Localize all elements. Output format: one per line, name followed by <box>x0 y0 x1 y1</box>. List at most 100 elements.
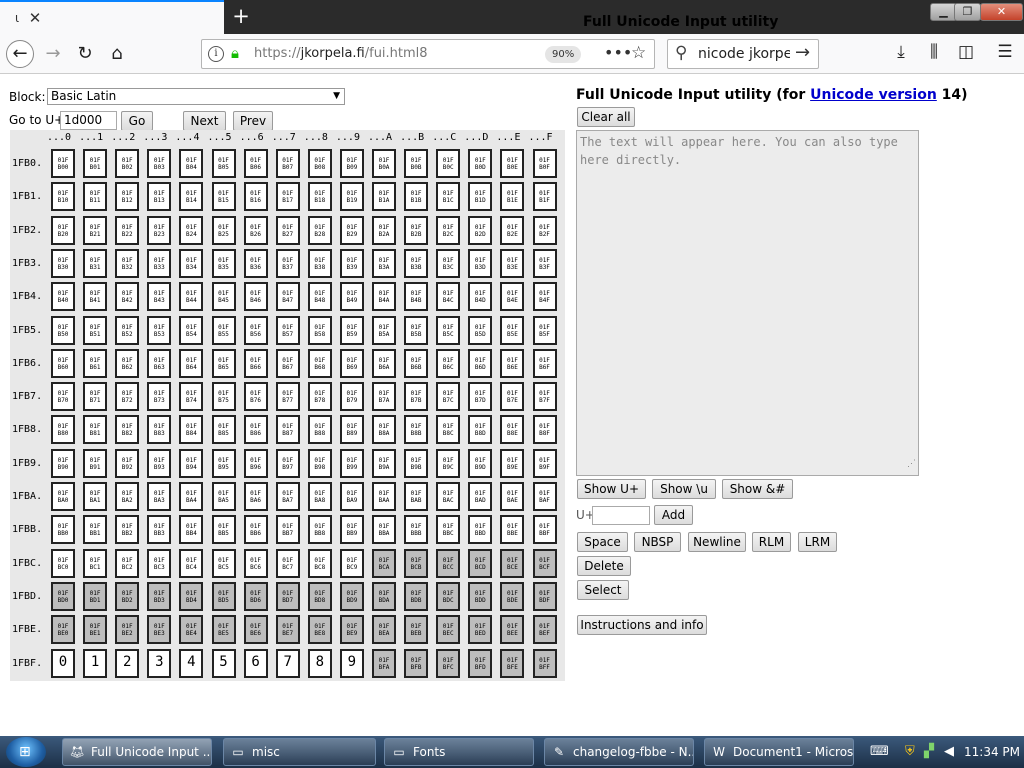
forward-arrow-icon[interactable]: → <box>39 40 67 68</box>
char-cell[interactable]: 01F BFB <box>404 648 429 678</box>
char-cell[interactable]: 01F B86 <box>243 415 268 445</box>
char-cell[interactable]: 01F B31 <box>83 248 108 278</box>
char-cell[interactable]: 01F BD1 <box>83 581 108 611</box>
char-cell[interactable]: 01F B22 <box>115 215 140 245</box>
char-cell[interactable]: 01F BDC <box>436 581 461 611</box>
info-icon[interactable]: i <box>208 46 224 62</box>
prev-button[interactable]: Prev <box>233 111 273 131</box>
char-cell[interactable]: 01F B34 <box>179 248 204 278</box>
char-cell[interactable]: 01F B9C <box>436 448 461 478</box>
char-cell[interactable]: 01F BBB <box>404 515 429 545</box>
char-cell[interactable]: 01F B58 <box>307 315 332 345</box>
char-cell[interactable]: 01F BD7 <box>275 581 300 611</box>
char-cell[interactable]: 01F B4E <box>500 282 525 312</box>
char-cell[interactable]: 01F BC3 <box>147 548 172 578</box>
show-uplus-button[interactable]: Show U+ <box>577 479 646 499</box>
char-cell[interactable]: 01F B47 <box>275 282 300 312</box>
char-cell[interactable]: 01F B89 <box>339 415 364 445</box>
char-cell[interactable]: 01F B77 <box>275 382 300 412</box>
char-cell[interactable]: 01F B83 <box>147 415 172 445</box>
resize-grip-icon[interactable]: ⋰ <box>907 455 916 473</box>
char-cell[interactable]: 01F BB7 <box>275 515 300 545</box>
char-cell[interactable]: 01F B23 <box>147 215 172 245</box>
char-cell[interactable]: 9 <box>339 648 364 678</box>
char-cell[interactable]: 01F BAD <box>468 482 493 511</box>
close-tab-icon[interactable]: ✕ <box>25 9 45 27</box>
char-cell[interactable]: 01F B80 <box>51 415 75 445</box>
instructions-button[interactable]: Instructions and info <box>577 615 707 635</box>
char-cell[interactable]: 01F B1E <box>500 182 525 212</box>
bookmark-star-icon[interactable]: ☆ <box>631 43 646 63</box>
char-cell[interactable]: 01F B72 <box>115 382 140 412</box>
zoom-indicator[interactable]: 90% <box>545 46 582 63</box>
network-icon[interactable]: ▞ <box>924 744 934 759</box>
char-cell[interactable]: 8 <box>307 648 332 678</box>
char-cell[interactable]: 01F B2C <box>436 215 461 245</box>
taskbar-item-misc[interactable]: ▭ misc <box>223 738 376 766</box>
page-actions-icon[interactable]: ••• <box>604 43 632 62</box>
char-cell[interactable]: 01F B85 <box>211 415 236 445</box>
char-cell[interactable]: 01F BBE <box>500 515 525 545</box>
char-cell[interactable]: 01F B0C <box>436 149 461 178</box>
char-cell[interactable]: 01F B5A <box>372 315 396 345</box>
char-cell[interactable]: 01F BFE <box>500 648 525 678</box>
char-cell[interactable]: 01F B43 <box>147 282 172 312</box>
char-cell[interactable]: 01F B2F <box>532 215 557 245</box>
char-cell[interactable]: 01F B50 <box>51 315 75 345</box>
char-cell[interactable]: 01F BED <box>468 615 493 645</box>
char-cell[interactable]: 01F B3C <box>436 248 461 278</box>
char-cell[interactable]: 01F B39 <box>339 248 364 278</box>
char-cell[interactable]: 01F BD5 <box>211 581 236 611</box>
char-cell[interactable]: 01F BE7 <box>275 615 300 645</box>
char-cell[interactable]: 01F B94 <box>179 448 204 478</box>
char-cell[interactable]: 01F BFC <box>436 648 461 678</box>
char-cell[interactable]: 01F B97 <box>275 448 300 478</box>
char-cell[interactable]: 01F B14 <box>179 182 204 212</box>
char-cell[interactable]: 01F BB6 <box>243 515 268 545</box>
char-cell[interactable]: 01F B68 <box>307 348 332 378</box>
char-cell[interactable]: 01F B95 <box>211 448 236 478</box>
char-cell[interactable]: 01F BFF <box>532 648 557 678</box>
char-cell[interactable]: 01F B60 <box>51 348 75 378</box>
char-cell[interactable]: 01F B9D <box>468 448 493 478</box>
char-cell[interactable]: 01F BB2 <box>115 515 140 545</box>
char-cell[interactable]: 01F BA3 <box>147 482 172 511</box>
char-cell[interactable]: 01F BAC <box>436 482 461 511</box>
char-cell[interactable]: 01F BE1 <box>83 615 108 645</box>
char-cell[interactable]: 01F B71 <box>83 382 108 412</box>
char-cell[interactable]: 01F BB9 <box>339 515 364 545</box>
keyboard-icon[interactable]: ⌨ <box>870 744 889 759</box>
char-cell[interactable]: 01F BDF <box>532 581 557 611</box>
char-cell[interactable]: 01F B7C <box>436 382 461 412</box>
char-cell[interactable]: 01F B30 <box>51 248 75 278</box>
char-cell[interactable]: 01F B37 <box>275 248 300 278</box>
char-cell[interactable]: 01F BCA <box>372 548 396 578</box>
char-cell[interactable]: 01F B04 <box>179 149 204 178</box>
block-select[interactable]: Basic Latin ▼ <box>47 88 345 105</box>
char-cell[interactable]: 01F B6E <box>500 348 525 378</box>
char-cell[interactable]: 01F B8B <box>404 415 429 445</box>
char-cell[interactable]: 01F B55 <box>211 315 236 345</box>
char-cell[interactable]: 01F B59 <box>339 315 364 345</box>
char-cell[interactable]: 01F B2B <box>404 215 429 245</box>
char-cell[interactable]: 01F B5F <box>532 315 557 345</box>
char-cell[interactable]: 7 <box>275 648 300 678</box>
clear-all-button[interactable]: Clear all <box>577 107 635 127</box>
taskbar-item-notepad[interactable]: ✎ changelog-fbbe - N... <box>544 738 694 766</box>
search-go-arrow-icon[interactable]: → <box>795 42 810 63</box>
char-cell[interactable]: 01F BD4 <box>179 581 204 611</box>
char-cell[interactable]: 01F BB4 <box>179 515 204 545</box>
taskbar-item-fonts[interactable]: ▭ Fonts <box>384 738 534 766</box>
char-cell[interactable]: 01F B3B <box>404 248 429 278</box>
char-cell[interactable]: 01F BDE <box>500 581 525 611</box>
char-cell[interactable]: 01F BE4 <box>179 615 204 645</box>
char-cell[interactable]: 01F BEC <box>436 615 461 645</box>
char-cell[interactable]: 01F BDA <box>372 581 396 611</box>
char-cell[interactable]: 01F B6D <box>468 348 493 378</box>
char-cell[interactable]: 01F B7F <box>532 382 557 412</box>
char-cell[interactable]: 01F BFD <box>468 648 493 678</box>
char-cell[interactable]: 01F BEA <box>372 615 396 645</box>
char-cell[interactable]: 01F BA0 <box>51 482 75 511</box>
char-cell[interactable]: 01F BAA <box>372 482 396 511</box>
char-cell[interactable]: 01F B24 <box>179 215 204 245</box>
